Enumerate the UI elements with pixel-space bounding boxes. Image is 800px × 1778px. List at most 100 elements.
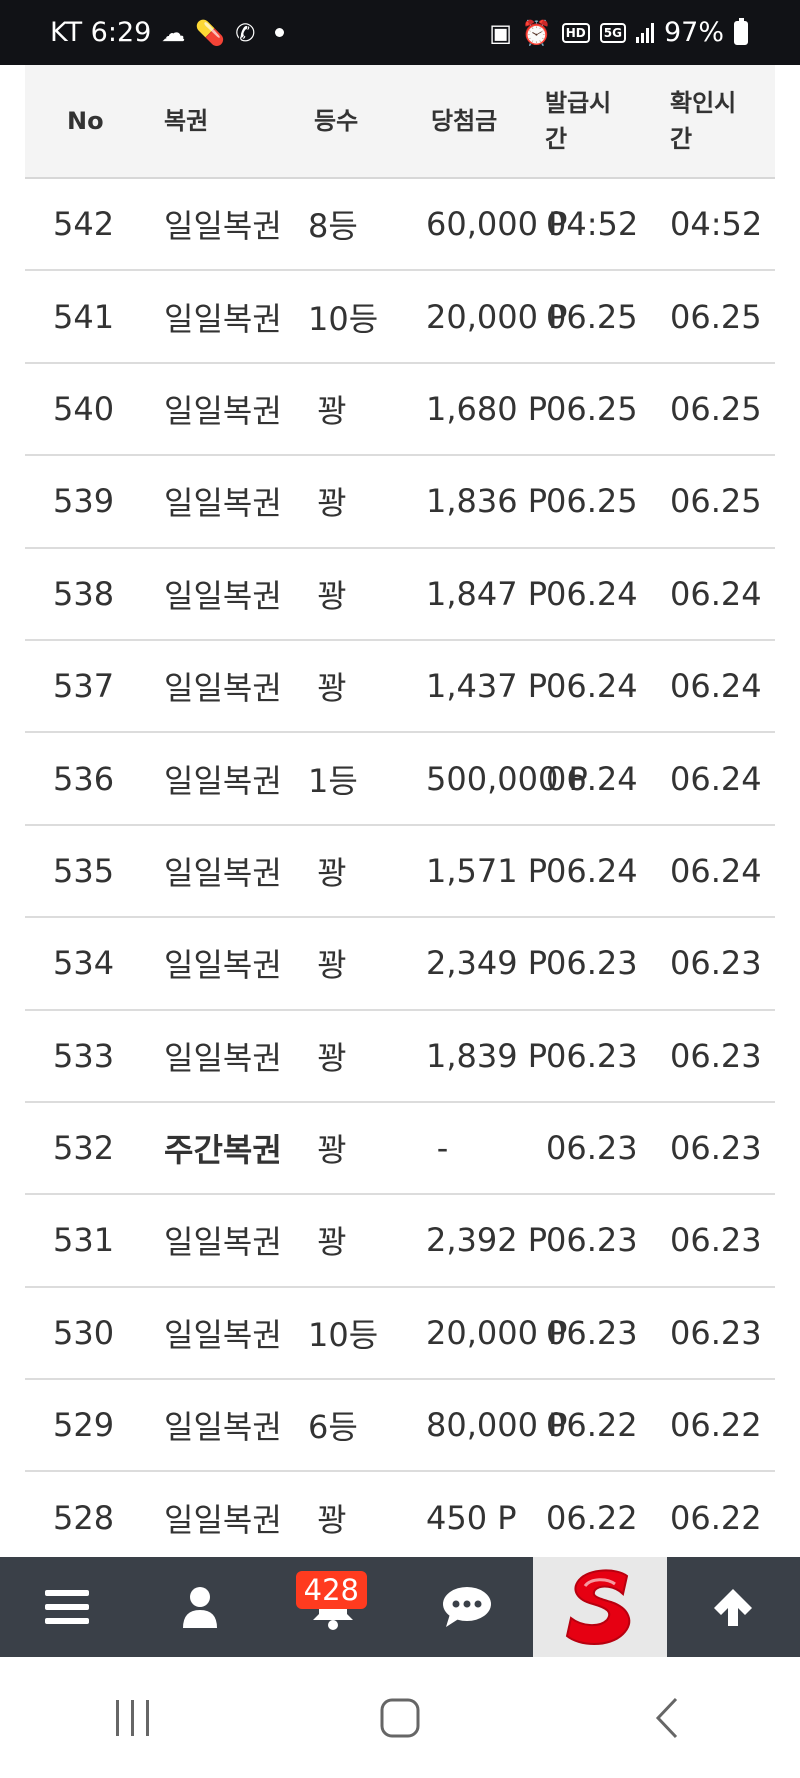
cell-check-time: 06.23 xyxy=(670,1129,762,1168)
cell-no: 537 xyxy=(53,667,115,706)
status-right: ▣ ⏰ HD 5G 97% xyxy=(489,17,748,48)
bottom-nav: 428 xyxy=(0,1557,800,1657)
nfc-icon: ▣ xyxy=(489,18,512,47)
cell-type: 주간복권 xyxy=(164,1131,282,1170)
arrow-up-icon xyxy=(714,1589,753,1626)
cell-issue-time: 06.22 xyxy=(546,1498,638,1537)
cell-grade: 꽝 xyxy=(317,669,347,708)
cell-check-time: 06.24 xyxy=(670,851,762,890)
table-row: 536 일일복권 1등 500,000 P 06.24 06.24 xyxy=(25,732,775,825)
cell-prize: - xyxy=(436,1129,449,1168)
cell-check-time: 04:52 xyxy=(670,205,763,244)
cell-grade: 꽝 xyxy=(317,1038,347,1077)
cell-type: 일일복권 xyxy=(164,761,282,800)
table-row: 539 일일복권 꽝 1,836 P 06.25 06.25 xyxy=(25,455,775,548)
site-logo xyxy=(565,1569,631,1645)
home-button[interactable] xyxy=(340,1678,460,1758)
header-check-line2: 간 xyxy=(670,125,693,153)
chat-button[interactable] xyxy=(400,1557,533,1657)
notifications-button[interactable]: 428 xyxy=(267,1557,400,1657)
cell-check-time: 06.25 xyxy=(670,389,762,428)
header-issue-time: 발급시 간 xyxy=(523,65,649,178)
cell-check-time: 06.25 xyxy=(670,297,762,336)
table-row: 532 주간복권 꽝 - 06.23 06.23 xyxy=(25,1102,775,1195)
cell-type: 일일복권 xyxy=(164,1223,282,1262)
table-row: 529 일일복권 6등 80,000 P 06.22 06.22 xyxy=(25,1379,775,1472)
cell-grade: 꽝 xyxy=(317,391,347,430)
back-icon xyxy=(655,1697,677,1738)
cell-grade: 꽝 xyxy=(317,576,347,615)
cell-check-time: 06.23 xyxy=(670,944,762,983)
cell-type: 일일복권 xyxy=(164,1408,282,1447)
cell-no: 528 xyxy=(53,1498,115,1537)
cell-no: 540 xyxy=(53,389,115,428)
cell-no: 538 xyxy=(53,574,115,613)
cell-issue-time: 06.23 xyxy=(546,1129,638,1168)
cell-check-time: 06.24 xyxy=(670,759,762,798)
cloud-icon: ☁ xyxy=(161,18,186,47)
cell-prize: 500,000 P xyxy=(426,759,588,798)
cell-no: 534 xyxy=(53,944,115,983)
cell-check-time: 06.24 xyxy=(670,667,762,706)
header-issue-line2: 간 xyxy=(545,125,568,153)
table-row: 531 일일복권 꽝 2,392 P 06.23 06.23 xyxy=(25,1194,775,1287)
header-no: No xyxy=(67,107,104,135)
site-logo-button[interactable] xyxy=(533,1557,667,1657)
cell-type: 일일복권 xyxy=(164,853,282,892)
cell-check-time: 06.22 xyxy=(670,1406,762,1445)
pill-icon: 💊 xyxy=(195,18,226,47)
cell-prize: 1,836 P xyxy=(426,482,548,521)
menu-button[interactable] xyxy=(0,1557,133,1657)
cell-type: 일일복권 xyxy=(164,1500,282,1539)
cell-prize: 1,847 P xyxy=(426,574,548,613)
cell-no: 536 xyxy=(53,759,115,798)
header-prize: 당첨금 xyxy=(431,107,498,135)
cell-prize: 60,000 P xyxy=(426,205,568,244)
recent-apps-button[interactable] xyxy=(73,1678,193,1758)
cell-check-time: 06.23 xyxy=(670,1313,762,1352)
cell-type: 일일복권 xyxy=(164,576,282,615)
table-row: 540 일일복권 꽝 1,680 P 06.25 06.25 xyxy=(25,363,775,456)
cell-grade: 꽝 xyxy=(317,1131,347,1170)
cell-type: 일일복권 xyxy=(164,946,282,985)
carrier-time: KT 6:29 xyxy=(50,17,152,48)
table-row: 533 일일복권 꽝 1,839 P 06.23 06.23 xyxy=(25,1010,775,1102)
system-nav-bar xyxy=(0,1657,800,1778)
cell-check-time: 06.23 xyxy=(670,1221,762,1260)
header-issue-line1: 발급시 xyxy=(545,89,612,117)
network-5g-icon: 5G xyxy=(599,22,626,43)
battery-percent: 97% xyxy=(663,17,724,48)
table-row: 541 일일복권 10등 20,000 P 06.25 06.25 xyxy=(25,270,775,363)
table-row: 528 일일복권 꽝 450 P 06.22 06.22 xyxy=(25,1471,775,1564)
user-icon xyxy=(182,1587,217,1628)
header-check-time: 확인시 간 xyxy=(649,65,775,178)
scroll-top-button[interactable] xyxy=(667,1557,800,1657)
cell-prize: 20,000 P xyxy=(426,1313,568,1352)
notification-badge: 428 xyxy=(295,1571,368,1609)
profile-button[interactable] xyxy=(133,1557,266,1657)
table-header-row: No 복권 등수 당첨금 발급시 간 확인시 간 xyxy=(25,65,775,178)
cell-grade: 1등 xyxy=(308,761,358,800)
hd-icon: HD xyxy=(561,22,590,43)
alarm-icon: ⏰ xyxy=(521,18,552,47)
phone-icon: ✆ xyxy=(235,18,256,47)
header-grade: 등수 xyxy=(314,107,359,135)
status-left: KT 6:29 ☁ 💊 ✆ xyxy=(50,17,285,48)
cell-check-time: 06.22 xyxy=(670,1498,762,1537)
menu-icon xyxy=(44,1590,89,1624)
notification-dot-icon xyxy=(275,28,285,37)
back-button[interactable] xyxy=(607,1678,727,1758)
cell-type: 일일복권 xyxy=(164,1038,282,1077)
cell-grade: 10등 xyxy=(308,1315,379,1354)
recent-apps-icon xyxy=(116,1699,150,1736)
cell-type: 일일복권 xyxy=(164,207,282,246)
cell-check-time: 06.23 xyxy=(670,1036,762,1075)
cell-no: 539 xyxy=(53,482,115,521)
cell-no: 533 xyxy=(53,1036,115,1075)
cell-check-time: 06.24 xyxy=(670,574,762,613)
cell-no: 542 xyxy=(53,205,115,244)
cell-grade: 6등 xyxy=(308,1408,358,1447)
header-check-line1: 확인시 xyxy=(670,89,737,117)
cell-no: 530 xyxy=(53,1313,115,1352)
cell-prize: 1,437 P xyxy=(426,667,548,706)
